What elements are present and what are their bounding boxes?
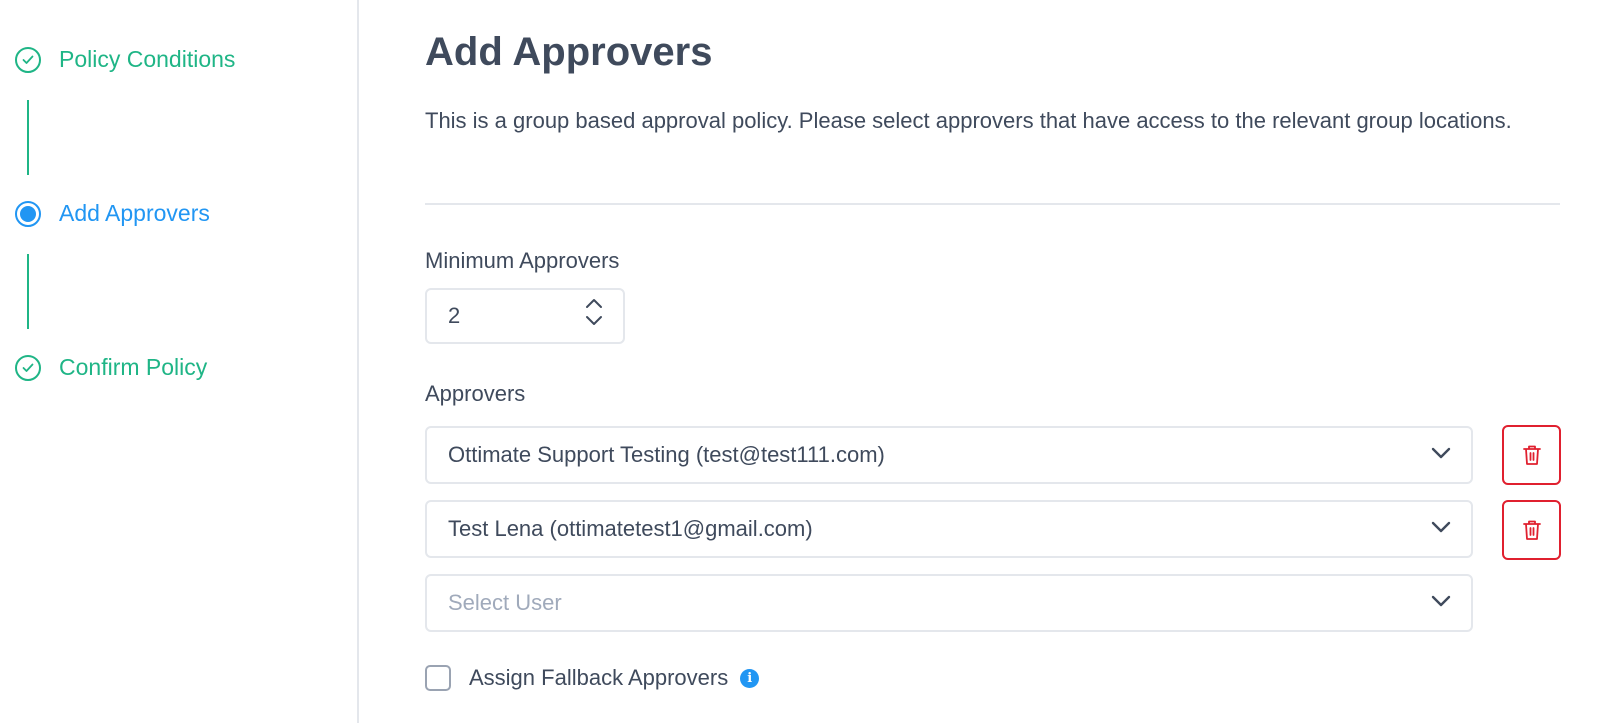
step-policy-conditions[interactable]: Policy Conditions (15, 46, 235, 73)
check-circle-icon (15, 354, 41, 381)
trash-icon (1522, 520, 1541, 540)
number-stepper (585, 298, 603, 326)
delete-approver-button[interactable] (1502, 425, 1561, 485)
approver-select-1[interactable]: Ottimate Support Testing (test@test111.c… (425, 426, 1473, 484)
approvers-label: Approvers (425, 381, 526, 406)
radio-dot-icon (15, 200, 41, 227)
step-label: Add Approvers (59, 200, 210, 226)
step-confirm-policy[interactable]: Confirm Policy (15, 354, 207, 381)
delete-approver-button[interactable] (1502, 500, 1561, 560)
chevron-down-icon (1431, 595, 1451, 607)
select-user-dropdown[interactable]: Select User (425, 574, 1473, 632)
approver-select-value: Test Lena (ottimatetest1@gmail.com) (448, 516, 813, 541)
approver-select-2[interactable]: Test Lena (ottimatetest1@gmail.com) (425, 500, 1473, 558)
step-connector (27, 254, 29, 329)
info-icon[interactable]: i (740, 668, 760, 688)
approver-select-value: Ottimate Support Testing (test@test111.c… (448, 442, 885, 467)
check-circle-icon (15, 46, 41, 73)
chevron-down-icon (1431, 447, 1451, 459)
trash-icon (1522, 445, 1541, 465)
chevron-down-icon[interactable] (585, 315, 603, 326)
step-label: Policy Conditions (59, 46, 236, 72)
select-user-placeholder: Select User (448, 590, 562, 615)
fallback-approvers-checkbox[interactable] (425, 665, 451, 691)
min-approvers-label: Minimum Approvers (425, 248, 620, 273)
step-add-approvers[interactable]: Add Approvers (15, 200, 210, 227)
min-approvers-value: 2 (448, 303, 461, 328)
fallback-approvers-label[interactable]: Assign Fallback Approvers (469, 665, 728, 691)
step-label: Confirm Policy (59, 354, 208, 380)
fallback-approvers-row: Assign Fallback Approvers i (425, 665, 760, 691)
min-approvers-input[interactable]: 2 (425, 288, 625, 344)
page-description: This is a group based approval policy. P… (425, 108, 1512, 133)
page-title: Add Approvers (425, 30, 713, 74)
chevron-down-icon (1431, 521, 1451, 533)
chevron-up-icon[interactable] (585, 298, 603, 309)
step-connector (27, 100, 29, 175)
stepper-sidebar: Policy Conditions Add Approvers Confirm … (0, 0, 359, 723)
divider (425, 203, 1560, 205)
